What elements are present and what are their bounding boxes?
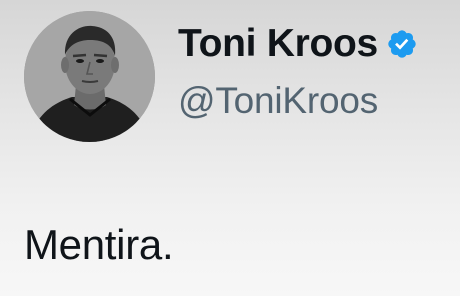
tweet-text: Mentira. [24, 221, 174, 268]
author-display-name[interactable]: Toni Kroos [178, 24, 378, 63]
tweet-card: Toni Kroos @ToniKroos Mentira. [0, 0, 460, 296]
verified-badge-icon [388, 29, 416, 58]
author-name-row[interactable]: Toni Kroos [178, 24, 418, 63]
avatar[interactable] [24, 11, 155, 142]
profile-photo [24, 11, 155, 142]
author-handle[interactable]: @ToniKroos [178, 82, 378, 119]
